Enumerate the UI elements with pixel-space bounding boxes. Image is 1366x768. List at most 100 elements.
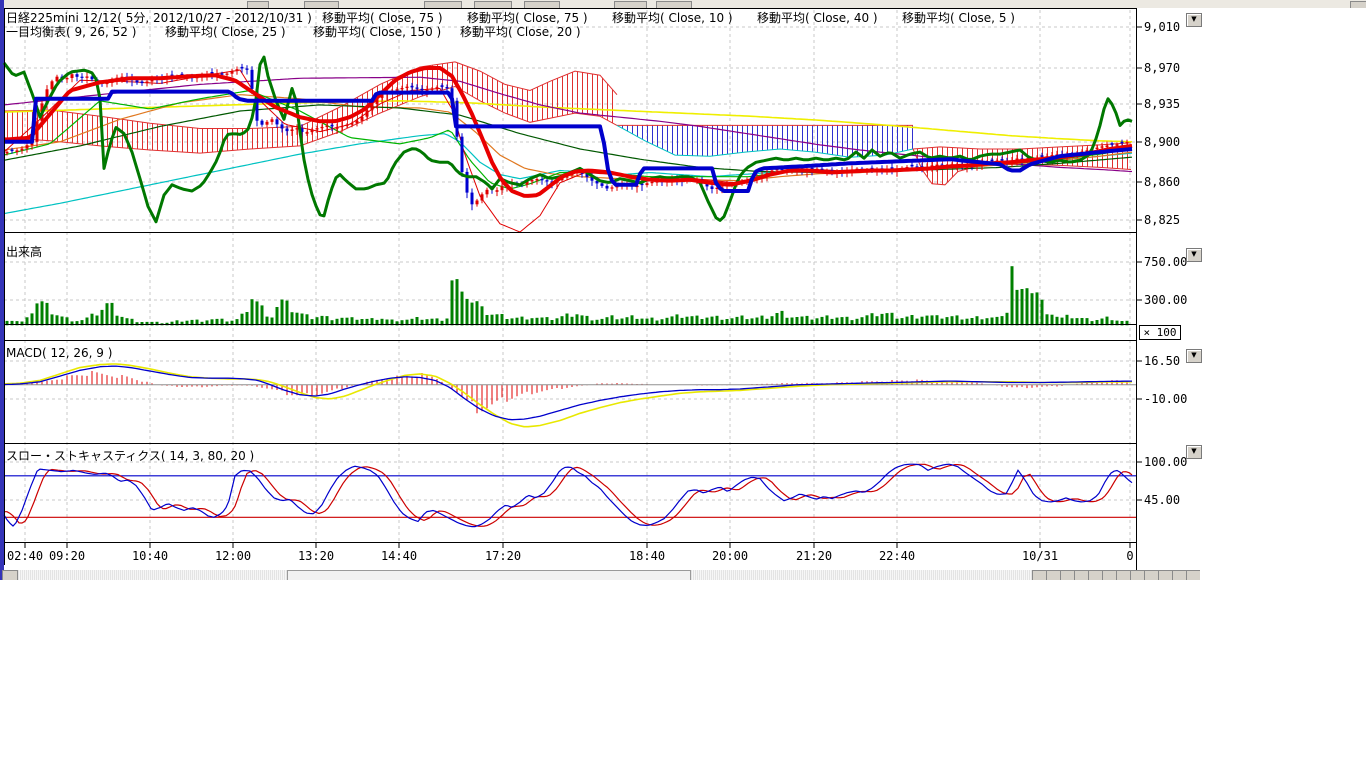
candle-body	[261, 121, 264, 125]
price-tick-label: 8,825	[1144, 213, 1180, 227]
candle-body	[476, 201, 479, 205]
volume-tick-label: 300.00	[1144, 293, 1187, 307]
mini-toolbar-button[interactable]	[1088, 570, 1103, 580]
volume-bar	[451, 280, 454, 325]
time-tick-label: 17:20	[485, 549, 521, 563]
time-tick-label: 21:20	[796, 549, 832, 563]
mini-toolbar-button[interactable]	[1116, 570, 1131, 580]
candle-body	[246, 69, 249, 70]
volume-bar	[741, 316, 744, 326]
volume-bar	[456, 279, 459, 325]
volume-bar	[696, 316, 699, 326]
volume-bar	[111, 303, 114, 325]
volume-bar	[51, 314, 54, 325]
candle-body	[271, 119, 274, 122]
header-indicator-label-row1-5: 移動平均( Close, 5 )	[902, 9, 1015, 26]
candle-body	[461, 137, 464, 172]
volume-bar	[581, 315, 584, 325]
candle-body	[281, 124, 284, 128]
mini-toolbar-button[interactable]	[1130, 570, 1145, 580]
time-tick-label: 02:40	[7, 549, 43, 563]
time-tick-label: 18:40	[629, 549, 665, 563]
volume-bar	[781, 311, 784, 325]
candle-body	[1096, 148, 1099, 149]
candle-body	[431, 89, 434, 90]
mini-toolbar-button[interactable]	[1102, 570, 1117, 580]
candle-body	[136, 80, 139, 82]
candle-body	[351, 123, 354, 124]
horizontal-scrollbar[interactable]	[2, 570, 1200, 580]
candle-body	[546, 180, 549, 181]
candle-body	[646, 183, 649, 185]
price-panel-dropdown-button[interactable]: ▼	[1186, 13, 1202, 27]
scrollbar-thumb[interactable]	[287, 570, 691, 580]
volume-bar	[676, 314, 679, 325]
candle-body	[601, 183, 604, 186]
volume-bar	[301, 314, 304, 326]
chart-application-window: 出来高 MACD( 12, 26, 9 ) スロー・ストキャスティクス( 14,…	[0, 0, 1366, 768]
volume-bar	[801, 317, 804, 326]
scrollbar-left-arrow-button[interactable]	[2, 570, 18, 580]
volume-bar	[1031, 293, 1034, 325]
candle-body	[411, 86, 414, 88]
volume-panel-dropdown-button[interactable]: ▼	[1186, 248, 1202, 262]
mini-toolbar-button[interactable]	[1172, 570, 1187, 580]
mini-toolbar-button[interactable]	[1144, 570, 1159, 580]
macd-signal-yellow-line	[4, 364, 1132, 427]
candle-body	[1116, 144, 1119, 146]
volume-bar	[1001, 316, 1004, 325]
candle-body	[51, 81, 54, 89]
time-tick-label: 12:00	[215, 549, 251, 563]
volume-bar	[96, 316, 99, 326]
volume-bar	[1066, 315, 1069, 326]
price-tick-label: 8,900	[1144, 135, 1180, 149]
candle-body	[446, 87, 449, 88]
volume-bar	[1046, 314, 1049, 325]
candle-body	[291, 130, 294, 132]
time-tick-label: 0	[1126, 549, 1133, 563]
stoch-panel-dropdown-button[interactable]: ▼	[1186, 445, 1202, 459]
macd-panel-dropdown-button[interactable]: ▼	[1186, 349, 1202, 363]
volume-bar	[471, 303, 474, 326]
mini-toolbar-button[interactable]	[1060, 570, 1075, 580]
volume-bar	[586, 316, 589, 325]
scrollbar-track[interactable]	[18, 570, 287, 580]
volume-bar	[891, 313, 894, 326]
chart-canvas[interactable]	[0, 0, 1200, 580]
volume-bar	[1026, 288, 1029, 325]
candle-body	[266, 122, 269, 125]
candle-body	[341, 126, 344, 127]
volume-bar	[501, 314, 504, 325]
volume-bar	[931, 315, 934, 325]
mini-toolbar-button[interactable]	[1046, 570, 1061, 580]
time-tick-label: 10/31	[1022, 549, 1058, 563]
volume-bar	[326, 316, 329, 325]
candle-body	[911, 165, 914, 167]
mini-toolbar-button[interactable]	[1074, 570, 1089, 580]
candle-body	[311, 130, 314, 133]
toolbar-button-partial[interactable]	[1350, 1, 1366, 8]
candle-body	[6, 152, 9, 154]
scrollbar-track[interactable]	[691, 570, 1032, 580]
mini-toolbar-button[interactable]	[1032, 570, 1047, 580]
volume-bar	[936, 315, 939, 325]
volume-bar	[491, 315, 494, 326]
volume-bar	[1106, 317, 1109, 326]
volume-multiplier-box: × 100	[1139, 325, 1181, 340]
volume-bar	[826, 315, 829, 325]
time-tick-label: 13:20	[298, 549, 334, 563]
volume-bar	[1011, 266, 1014, 325]
candle-body	[86, 77, 89, 78]
volume-bar	[41, 301, 44, 325]
volume-bar	[871, 313, 874, 325]
stoch-tick-label: 100.00	[1144, 455, 1187, 469]
volume-bar	[561, 316, 564, 325]
candle-body	[361, 117, 364, 121]
volume-bar	[241, 314, 244, 326]
mini-toolbar-button[interactable]	[1186, 570, 1200, 580]
candle-body	[141, 82, 144, 84]
candle-body	[21, 149, 24, 151]
price-tick-label: 8,860	[1144, 175, 1180, 189]
mini-toolbar-button[interactable]	[1158, 570, 1173, 580]
volume-bar	[281, 300, 284, 326]
